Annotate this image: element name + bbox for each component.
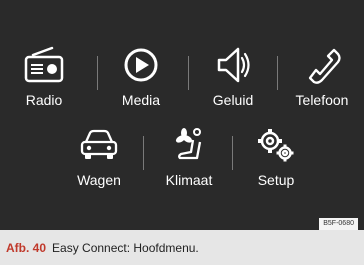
separator xyxy=(143,136,144,170)
image-code-label: B5F-0680 xyxy=(319,218,358,230)
climate-seat-fan-icon xyxy=(175,128,202,160)
menu-item-label: Geluid xyxy=(212,92,254,108)
menu-item-setup[interactable]: Setup xyxy=(236,124,316,196)
play-icon xyxy=(124,48,158,82)
menu-item-radio[interactable]: Radio xyxy=(4,44,84,116)
menu-item-media[interactable]: Media xyxy=(101,44,181,116)
phone-icon xyxy=(308,48,341,84)
gears-icon xyxy=(258,129,294,162)
menu-item-wagen[interactable]: Wagen xyxy=(59,124,139,196)
menu-item-label: Telefoon xyxy=(295,92,349,108)
figure-caption: Afb. 40 Easy Connect: Hoofdmenu. xyxy=(0,230,364,265)
radio-icon xyxy=(24,46,64,83)
separator xyxy=(232,136,233,170)
caption-text: Easy Connect: Hoofdmenu. xyxy=(52,240,199,255)
menu-item-label: Klimaat xyxy=(165,172,213,188)
figure-number: Afb. 40 xyxy=(6,240,47,255)
separator xyxy=(97,56,98,90)
menu-item-klimaat[interactable]: Klimaat xyxy=(149,124,229,196)
main-menu-screen: Radio Media Geluid Telefoon Wagen Klimaa… xyxy=(0,0,364,230)
car-icon xyxy=(80,129,118,159)
menu-item-geluid[interactable]: Geluid xyxy=(193,44,273,116)
menu-item-telefoon[interactable]: Telefoon xyxy=(282,44,362,116)
menu-item-label: Setup xyxy=(257,172,295,188)
menu-item-label: Media xyxy=(121,92,161,108)
menu-item-label: Radio xyxy=(25,92,63,108)
separator xyxy=(277,56,278,90)
separator xyxy=(188,56,189,90)
menu-item-label: Wagen xyxy=(77,172,121,188)
speaker-icon xyxy=(217,47,250,83)
